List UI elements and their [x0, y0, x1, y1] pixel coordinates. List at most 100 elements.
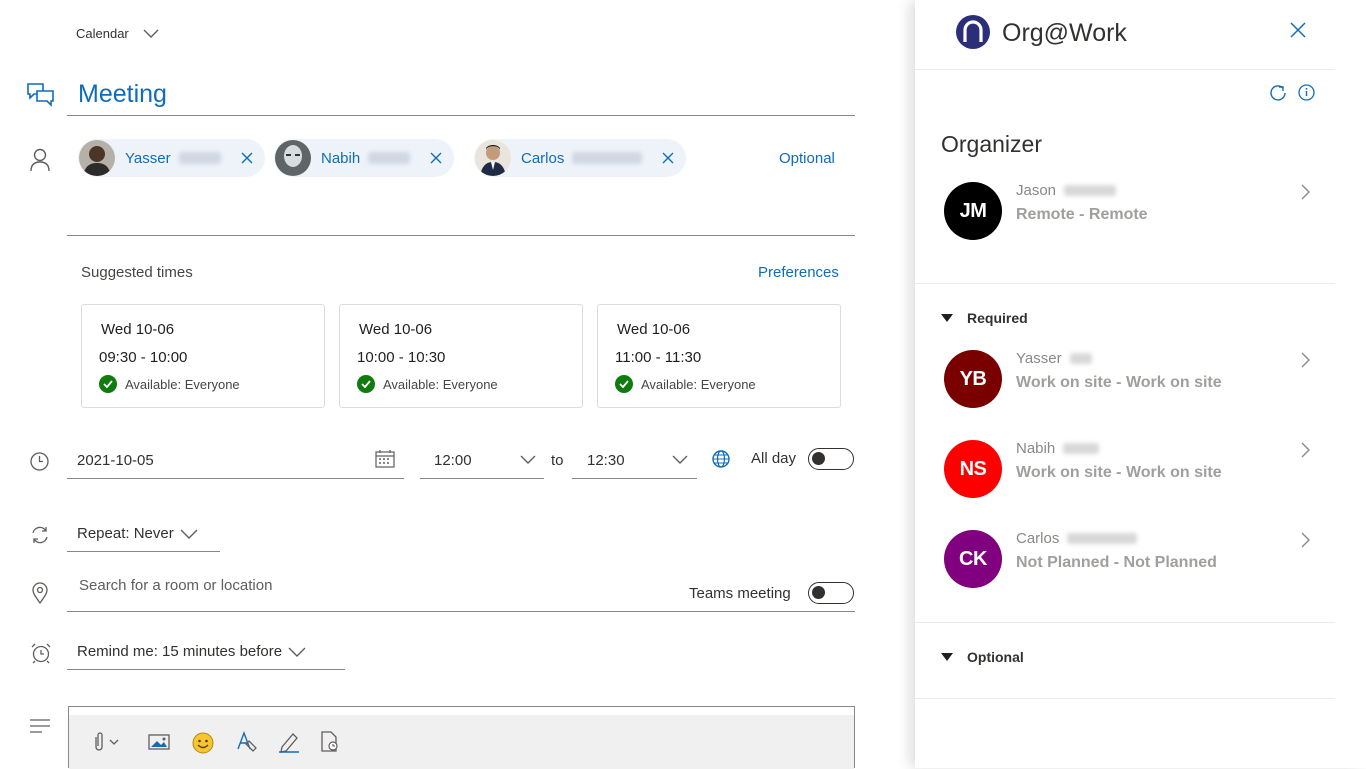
suggestion-date: Wed 10-06 [617, 321, 691, 338]
optional-attendees-link[interactable]: Optional [779, 150, 835, 167]
work-location-status: Remote - Remote [1016, 206, 1148, 223]
chevron-down-icon [180, 529, 198, 539]
suggestion-date: Wed 10-06 [359, 321, 433, 338]
refresh-icon[interactable] [1269, 84, 1287, 102]
attendee-chip[interactable]: Yasser [78, 139, 265, 177]
availability: Available: Everyone [615, 375, 756, 393]
redacted-surname [1067, 533, 1138, 544]
attendee-row[interactable]: CK Carlos Not Planned - Not Planned [915, 530, 1335, 600]
redacted-surname [178, 152, 221, 164]
person-name: Nabih [1016, 440, 1100, 457]
time-zone-globe-icon[interactable] [711, 449, 731, 469]
calendar-selector[interactable]: Calendar [76, 26, 159, 41]
chevron-down-icon[interactable] [672, 455, 688, 465]
insert-picture-icon[interactable] [147, 731, 171, 751]
title-underline [67, 115, 855, 116]
required-heading: Required [967, 310, 1028, 326]
first-name: Yasser [1016, 350, 1062, 367]
toolbar-background [69, 715, 854, 769]
check-circle-icon [357, 375, 375, 393]
chevron-right-icon [1301, 352, 1311, 368]
signature-pen-icon[interactable] [277, 731, 301, 753]
work-location-status: Work on site - Work on site [1016, 374, 1222, 391]
chevron-right-icon [1301, 184, 1311, 200]
redacted-surname [1064, 185, 1117, 196]
meeting-title-input[interactable]: Meeting [78, 80, 167, 109]
all-day-toggle[interactable] [808, 448, 854, 470]
first-name: Nabih [1016, 440, 1056, 457]
calendar-icon[interactable] [375, 450, 395, 468]
person-icon [30, 148, 50, 172]
attendee-chip[interactable]: Carlos [474, 139, 687, 177]
remove-attendee-icon[interactable] [241, 152, 253, 164]
insert-document-icon[interactable] [319, 731, 341, 753]
preferences-link[interactable]: Preferences [758, 264, 839, 281]
toggle-knob [812, 586, 825, 599]
location-search-input[interactable]: Search for a room or location [79, 577, 272, 594]
repeat-dropdown[interactable]: Repeat: Never [77, 525, 198, 542]
location-underline [67, 611, 855, 612]
divider [915, 69, 1335, 70]
attendee-row[interactable]: YB Yasser Work on site - Work on site [915, 350, 1335, 420]
person-name: Yasser [1016, 350, 1092, 367]
availability-text: Available: Everyone [383, 376, 498, 392]
availability-text: Available: Everyone [641, 376, 756, 392]
repeat-icon [30, 525, 50, 545]
all-day-label: All day [751, 450, 797, 467]
redacted-surname [572, 152, 643, 164]
first-name: Carlos [1016, 530, 1060, 547]
avatar: CK [944, 530, 1002, 588]
suggested-time-card[interactable]: Wed 10-06 11:00 - 11:30 Available: Every… [597, 304, 841, 408]
repeat-value: Repeat: Never [77, 525, 174, 542]
reminder-value: Remind me: 15 minutes before [77, 643, 283, 660]
remove-attendee-icon[interactable] [662, 152, 674, 164]
close-icon[interactable] [1290, 22, 1306, 38]
check-circle-icon [99, 375, 117, 393]
chevron-down-icon[interactable] [520, 455, 536, 465]
location-pin-icon [32, 582, 48, 604]
end-time-select[interactable]: 12:30 [587, 452, 625, 469]
avatar [79, 140, 115, 176]
redacted-surname [1063, 443, 1100, 454]
chevron-right-icon [1301, 532, 1311, 548]
chat-bubbles-icon [26, 82, 56, 108]
organizer-row[interactable]: JM Jason Remote - Remote [915, 182, 1335, 252]
attendee-name: Carlos [521, 149, 565, 167]
required-section-header[interactable]: Required [941, 310, 1028, 326]
teams-meeting-toggle[interactable] [808, 582, 854, 604]
remove-attendee-icon[interactable] [430, 152, 442, 164]
org-at-work-logo [955, 14, 991, 50]
reminder-underline [67, 669, 345, 670]
emoji-icon[interactable] [191, 731, 215, 755]
suggestion-date: Wed 10-06 [101, 321, 175, 338]
attach-paperclip-icon[interactable] [91, 731, 123, 753]
avatar [475, 140, 511, 176]
start-time-select[interactable]: 12:00 [434, 452, 472, 469]
format-painter-icon[interactable] [235, 731, 259, 753]
divider [915, 622, 1335, 623]
attendee-chip[interactable]: Nabih [274, 139, 455, 177]
divider [915, 698, 1335, 699]
avatar: JM [944, 182, 1002, 240]
reminder-dropdown[interactable]: Remind me: 15 minutes before [77, 643, 306, 660]
optional-heading: Optional [967, 649, 1024, 665]
redacted-surname [368, 152, 411, 164]
repeat-underline [67, 551, 220, 552]
start-time-underline [420, 478, 544, 479]
attendee-row[interactable]: NS Nabih Work on site - Work on site [915, 440, 1335, 510]
start-date-input[interactable]: 2021-10-05 [77, 452, 154, 469]
availability: Available: Everyone [357, 375, 498, 393]
avatar: NS [944, 440, 1002, 498]
suggested-time-card[interactable]: Wed 10-06 09:30 - 10:00 Available: Every… [81, 304, 325, 408]
chevron-down-icon [288, 647, 306, 657]
to-label: to [551, 452, 564, 469]
teams-meeting-label: Teams meeting [689, 585, 791, 602]
optional-section-header[interactable]: Optional [941, 649, 1024, 665]
info-icon[interactable] [1298, 84, 1315, 101]
availability: Available: Everyone [99, 375, 240, 393]
person-name: Carlos [1016, 530, 1138, 547]
suggested-time-card[interactable]: Wed 10-06 10:00 - 10:30 Available: Every… [339, 304, 583, 408]
attendee-name: Nabih [321, 149, 361, 167]
chevron-down-icon [143, 29, 159, 39]
collapse-triangle-icon [941, 653, 953, 661]
